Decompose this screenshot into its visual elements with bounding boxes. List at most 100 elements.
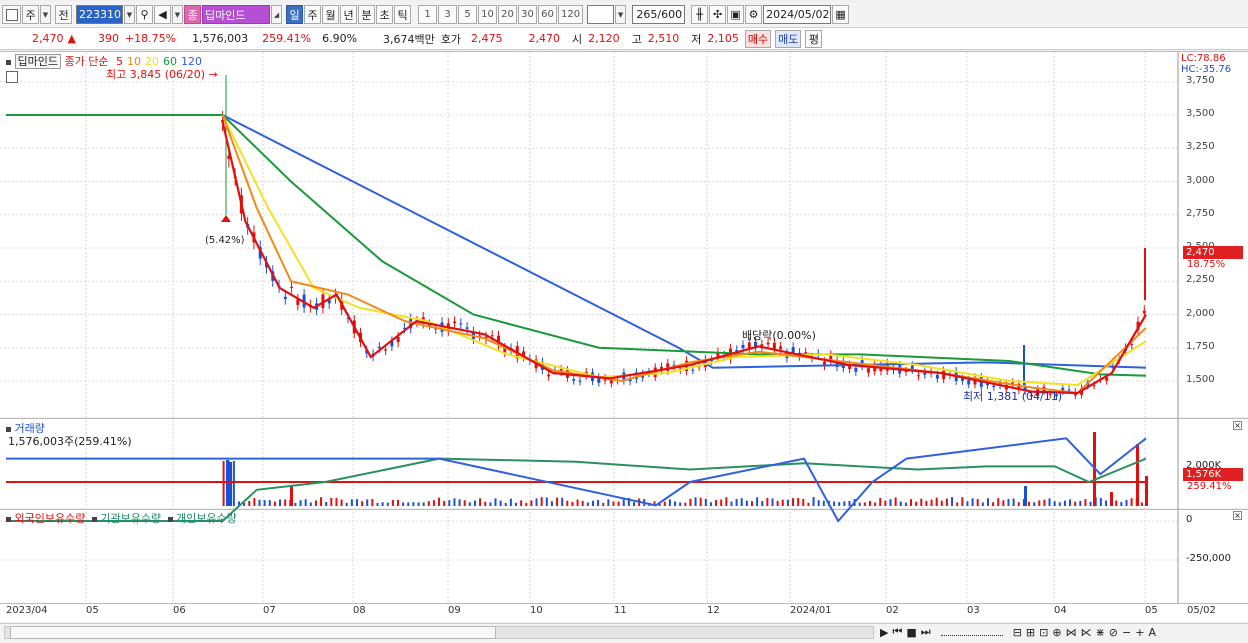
volume-bar xyxy=(935,497,938,506)
volume-bar xyxy=(597,499,600,506)
volume-bar xyxy=(556,497,559,506)
compare-icon[interactable]: ⊞ xyxy=(1026,626,1035,639)
grid-toggle-icon[interactable] xyxy=(6,71,18,86)
volume-bar xyxy=(258,499,261,506)
pct-note: (5.42%) xyxy=(205,235,245,246)
volume-bar xyxy=(535,498,538,506)
volume-bar xyxy=(1074,501,1077,506)
play-forward-icon[interactable]: ▶ xyxy=(880,626,888,639)
volume-bar xyxy=(1043,499,1046,506)
fast-forward-icon[interactable]: ⏭ xyxy=(921,625,931,639)
foreign-line xyxy=(6,437,1147,523)
volume-bar xyxy=(735,498,738,506)
zoom-in-icon[interactable]: + xyxy=(1135,626,1144,639)
candle-body xyxy=(578,380,582,382)
volume-bar xyxy=(699,497,702,506)
candle-body xyxy=(804,352,808,354)
volume-bar xyxy=(229,462,232,506)
volume-close-icon[interactable]: × xyxy=(1233,421,1242,430)
candle-body xyxy=(1067,389,1071,391)
holding-close-icon[interactable]: × xyxy=(1233,511,1242,520)
volume-bar xyxy=(704,498,707,506)
x-axis-label: 08 xyxy=(353,605,366,616)
magnet-icon[interactable]: ⋉ xyxy=(1081,626,1092,639)
volume-bar xyxy=(1099,498,1102,506)
x-axis-label: 04 xyxy=(1054,605,1067,616)
volume-bar xyxy=(407,502,410,506)
scrollbar-thumb[interactable] xyxy=(10,626,496,639)
x-axis-label: 2024/01 xyxy=(790,605,832,616)
price-y-tick: 3,750 xyxy=(1186,74,1215,86)
candle-body xyxy=(1130,344,1134,346)
volume-bar xyxy=(684,502,687,506)
zoom-select-icon[interactable]: ⊘ xyxy=(1109,626,1118,639)
volume-bar xyxy=(786,499,789,506)
x-axis-label: 05 xyxy=(1145,605,1158,616)
volume-bar xyxy=(422,502,425,506)
volume-bar xyxy=(868,501,871,506)
volume-bar xyxy=(663,501,666,506)
volume-bar xyxy=(1104,500,1107,506)
price-y-tick: 3,500 xyxy=(1186,108,1215,119)
volume-bar xyxy=(761,501,764,506)
volume-bar xyxy=(571,501,574,506)
volume-bar xyxy=(874,502,877,506)
volume-tag: 1,576K xyxy=(1183,468,1243,481)
volume-bar xyxy=(1048,498,1051,506)
volume-bar xyxy=(709,502,712,506)
holding-legend: 외국인보유수량 기관보유수량 개인보유수량 xyxy=(6,510,237,526)
volume-bar xyxy=(253,498,256,506)
candle-body xyxy=(453,321,457,324)
candle-body xyxy=(866,368,870,373)
volume-bar xyxy=(299,500,302,506)
zoom-out-icon[interactable]: − xyxy=(1122,626,1131,639)
volume-bar xyxy=(838,502,841,506)
volume-bar xyxy=(371,498,374,506)
volume-bar xyxy=(1120,501,1123,506)
candle-body xyxy=(741,345,745,349)
chart-type-icon[interactable]: ⊟ xyxy=(1013,626,1022,639)
volume-bar xyxy=(325,501,328,506)
price-y-tick: 3,000 xyxy=(1186,174,1215,186)
text-size-icon[interactable]: A xyxy=(1148,626,1156,639)
volume-bar xyxy=(730,501,733,506)
volume-bar xyxy=(617,501,620,506)
volume-bar xyxy=(581,500,584,506)
speed-slider[interactable] xyxy=(940,628,1003,636)
x-axis-label: 02 xyxy=(886,605,899,616)
volume-bar xyxy=(1017,502,1020,506)
indicator-icon[interactable]: ⊕ xyxy=(1052,626,1061,639)
volume-bar xyxy=(463,500,466,506)
volume-value: 1,576,003주(259.41%) xyxy=(8,435,132,448)
stop-icon[interactable]: ■ xyxy=(906,626,916,639)
candle-body xyxy=(1142,310,1146,314)
volume-bar xyxy=(894,497,897,506)
volume-bar xyxy=(889,499,892,506)
price-y-tick: 2,750 xyxy=(1186,207,1215,219)
volume-bar xyxy=(740,498,743,506)
pattern-icon[interactable]: ⋇ xyxy=(1096,626,1105,639)
playback-controls: ▶ ⏮ ■ ⏭ ⊟ ⊞ ⊡ ⊕ ⋈ ⋉ ⋇ ⊘ − + A xyxy=(880,622,1156,642)
volume-bar xyxy=(417,502,420,506)
volume-bar xyxy=(479,498,482,506)
holding-tick-0: 0 xyxy=(1186,514,1193,525)
volume-bar xyxy=(1002,500,1005,506)
candle-body xyxy=(1092,385,1096,387)
volume-bar xyxy=(792,498,795,506)
volume-bar xyxy=(750,501,753,506)
volume-bar xyxy=(1089,501,1092,506)
draw-icon[interactable]: ⋈ xyxy=(1066,626,1077,639)
x-axis-label: 07 xyxy=(263,605,276,616)
rewind-icon[interactable]: ⏮ xyxy=(892,625,902,639)
candle-body xyxy=(772,342,776,350)
rate-tag: 18.75% xyxy=(1187,259,1226,270)
layout-icon[interactable]: ⊡ xyxy=(1039,626,1048,639)
volume-bar xyxy=(971,498,974,506)
volume-bar xyxy=(776,500,779,506)
x-axis-label: 09 xyxy=(448,605,461,616)
volume-bar xyxy=(715,499,718,506)
high-note: 최고 3,845 (06/20) → xyxy=(106,66,218,82)
volume-bar xyxy=(745,500,748,506)
volume-bar xyxy=(812,497,815,506)
up-marker-icon xyxy=(221,215,231,222)
